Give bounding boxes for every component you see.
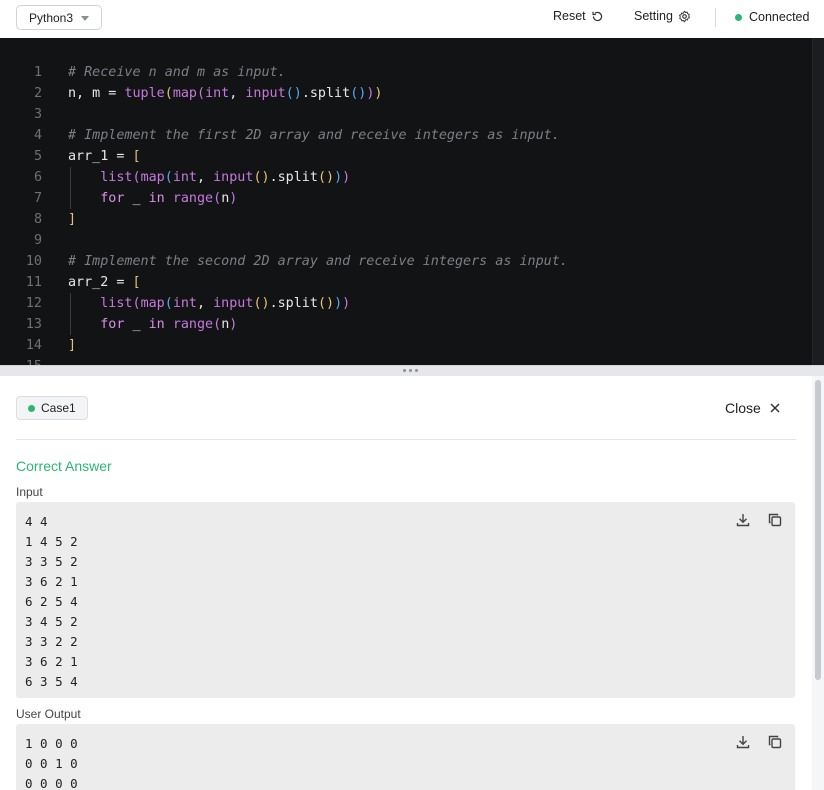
input-line: 3 3 2 2	[25, 634, 78, 649]
code-lines: 1 # Receive n and m as input. 2 n, m = tup…	[0, 62, 568, 365]
line-number: 13	[25, 317, 42, 332]
code-line: 5 arr_1 = [	[0, 146, 141, 167]
case-label: Case1	[41, 401, 76, 415]
code-line: 8]	[0, 209, 76, 230]
code-line: 1 # Receive n and m as input.	[0, 62, 286, 83]
input-line: 1 4 5 2	[25, 534, 78, 549]
line-number: 3	[33, 107, 42, 122]
language-select[interactable]: Python3	[16, 5, 103, 30]
code-line: 6 list(map(int, input().split()))	[0, 167, 350, 188]
editor-scrollbar[interactable]	[812, 38, 824, 365]
output-label: User Output	[16, 707, 81, 721]
output-line: 0 0 1 0	[25, 756, 78, 771]
code-editor[interactable]: 1 # Receive n and m as input. 2 n, m = tup…	[0, 38, 824, 365]
reset-icon	[592, 11, 602, 21]
line-number: 7	[33, 191, 42, 206]
toolbar-divider	[715, 8, 716, 27]
line-number: 11	[25, 275, 42, 290]
close-label: Close	[725, 400, 761, 416]
language-label: Python3	[29, 10, 74, 25]
status-dot-icon	[28, 404, 35, 412]
output-box: 1 0 0 0 0 0 1 0 0 0 0 0	[16, 724, 795, 790]
connection-status: Connected	[735, 10, 809, 24]
copy-icon[interactable]	[767, 512, 783, 528]
reset-label: Reset	[553, 9, 586, 23]
input-box: 4 4 1 4 5 2 3 3 5 2 3 6 2 1 6 2 5 4 3 4 5 2 3 …	[16, 502, 795, 698]
download-icon[interactable]	[735, 512, 751, 528]
input-line: 3 3 5 2	[25, 554, 78, 569]
code-line: 11 arr_2 = [	[0, 272, 141, 293]
line-number: 9	[33, 233, 42, 248]
close-button[interactable]: Close	[725, 400, 780, 416]
line-number: 5	[33, 149, 42, 164]
gear-icon	[678, 10, 690, 22]
code-line: 2 n, m = tuple(map(int, input().split()))	[0, 83, 383, 104]
verdict-text: Correct Answer	[16, 458, 112, 474]
download-icon[interactable]	[735, 734, 751, 750]
result-panel: Case1 Close Correct Answer Input 4 4 1 4 …	[0, 376, 824, 790]
code-line: 3	[0, 104, 42, 125]
line-number: 2	[33, 86, 42, 101]
line-number: 10	[25, 254, 42, 269]
panel-resize-handle[interactable]	[0, 365, 824, 376]
chevron-down-icon	[81, 15, 90, 21]
code-line: 14]	[0, 335, 76, 356]
close-icon	[770, 403, 780, 413]
status-label: Connected	[749, 10, 810, 24]
code-line: 13 for _ in range(n)	[0, 314, 237, 335]
reset-button[interactable]: Reset	[553, 9, 604, 23]
output-line: 0 0 0 0	[25, 776, 78, 790]
line-number: 6	[33, 170, 42, 185]
line-number: 1	[33, 65, 42, 80]
line-number: 4	[33, 128, 42, 143]
copy-icon[interactable]	[767, 734, 783, 750]
code-line: 12 list(map(int, input().split()))	[0, 293, 350, 314]
input-line: 4 4	[25, 514, 48, 529]
panel-scrollbar-thumb[interactable]	[815, 380, 821, 680]
input-text[interactable]: 4 4 1 4 5 2 3 3 5 2 3 6 2 1 6 2 5 4 3 4 5 2 3 …	[25, 512, 78, 692]
line-number: 15	[0, 356, 42, 365]
input-line: 6 2 5 4	[25, 594, 78, 609]
line-number: 12	[25, 296, 42, 311]
output-text[interactable]: 1 0 0 0 0 0 1 0 0 0 0 0	[25, 734, 78, 790]
tab-case1[interactable]: Case1	[16, 396, 88, 420]
code-line: 7 for _ in range(n)	[0, 188, 237, 209]
input-line: 3 6 2 1	[25, 574, 78, 589]
line-number: 14	[25, 338, 42, 353]
code-line: 10 # Implement the second 2D array and re…	[0, 251, 568, 272]
editor-toolbar: Python3 Reset Setting Connected	[0, 0, 824, 38]
code-line: 4 # Implement the first 2D array and rece…	[0, 125, 560, 146]
divider	[16, 439, 796, 440]
grip-dots-icon	[403, 369, 418, 372]
output-line: 1 0 0 0	[25, 736, 78, 751]
status-dot-icon	[735, 13, 742, 21]
code-line: 15	[0, 356, 42, 365]
input-line: 3 4 5 2	[25, 614, 78, 629]
code-line: 9	[0, 230, 42, 251]
input-label: Input	[16, 485, 43, 499]
input-line: 3 6 2 1	[25, 654, 78, 669]
setting-button[interactable]: Setting	[634, 9, 691, 23]
input-line: 6 3 5 4	[25, 674, 78, 689]
line-number: 8	[33, 212, 42, 227]
setting-label: Setting	[634, 9, 673, 23]
